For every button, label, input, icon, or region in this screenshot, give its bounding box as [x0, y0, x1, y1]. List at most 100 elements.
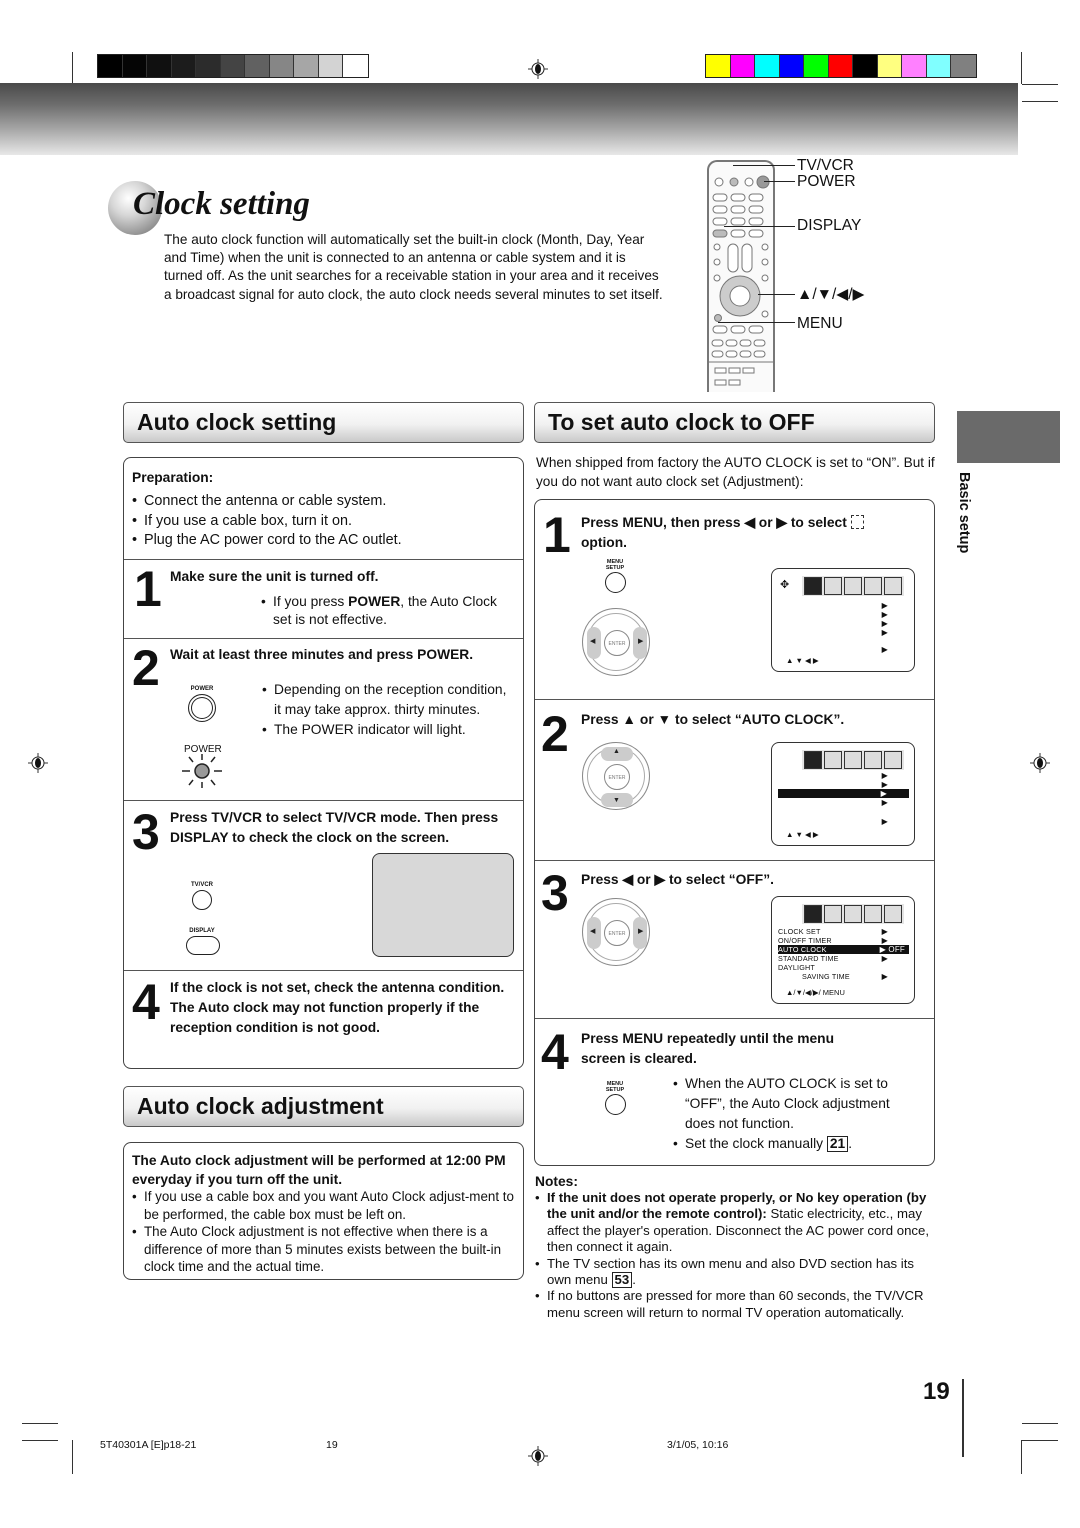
- note-text: .: [848, 1136, 853, 1151]
- section-heading-auto-clock-off: To set auto clock to OFF: [534, 402, 935, 443]
- page-reference-link[interactable]: 53: [611, 1272, 633, 1289]
- leader-line: [764, 181, 795, 182]
- preparation-item: Connect the antenna or cable system.: [132, 492, 517, 512]
- osd-footer: ▲/▼/◀/▶/ MENU: [786, 988, 845, 997]
- clock-option-icon: [850, 515, 864, 529]
- page-number-rule: [962, 1379, 964, 1457]
- osd-row-daylight: DAYLIGHT: [778, 963, 816, 972]
- osd-footer: ▲ ▼ ◀ ▶: [786, 656, 819, 665]
- osd-row-standard-time: STANDARD TIME ▶: [778, 954, 888, 963]
- crop-mark: [72, 52, 73, 84]
- calibration-swatch: [755, 55, 780, 77]
- osd-row-auto-clock: AUTO CLOCK ▶ OFF: [778, 945, 909, 954]
- preparation-list: Connect the antenna or cable system. If …: [132, 492, 517, 551]
- grayscale-calibration-bar: [97, 54, 369, 78]
- step-number: 3: [132, 804, 160, 860]
- step-note: When the AUTO CLOCK is set to “OFF”, the…: [673, 1074, 923, 1134]
- dpad-left-right-icon: ENTER ◀ ▶: [582, 898, 650, 966]
- osd-row-onoff-timer: ON/OFF TIMER ▶: [778, 936, 888, 945]
- osd-menu-screen-step3: CLOCK SET ▶ ON/OFF TIMER ▶ AUTO CLOCK ▶ OFF…: [771, 896, 915, 1004]
- page-reference-link[interactable]: 21: [826, 1136, 849, 1152]
- lock-menu-icon: [864, 577, 882, 595]
- enter-label: ENTER: [604, 764, 630, 790]
- step-number: 3: [541, 865, 569, 921]
- audio-menu-icon: [824, 751, 842, 769]
- osd-menu-screen-step2: ▶ ▶ ▶ ▶ ▶ ▲ ▼ ◀ ▶: [771, 742, 915, 846]
- osd-value-off: OFF: [888, 945, 905, 954]
- preparation-item: Plug the AC power cord to the AC outlet.: [132, 531, 517, 551]
- step-title: Make sure the unit is turned off.: [170, 569, 379, 584]
- step-title: Wait at least three minutes and press PO…: [170, 647, 474, 662]
- auto-clock-setting-box: Preparation: Connect the antenna or cabl…: [123, 457, 524, 1069]
- dpad-left-right-icon: ENTER ◀ ▶: [582, 608, 650, 676]
- note-text: .: [632, 1272, 636, 1288]
- adjustment-bullet: The Auto Clock adjustment is not effecti…: [132, 1223, 522, 1276]
- clock-menu-icon: [804, 751, 822, 769]
- step-title: Press MENU repeatedly until the menu scr…: [581, 1031, 835, 1067]
- menu-icon-bar: [802, 576, 904, 596]
- osd-row-clock-set: CLOCK SET ▶: [778, 927, 888, 936]
- display-button-icon: [186, 936, 220, 955]
- auto-clock-adjustment-box: The Auto clock adjustment will be perfor…: [123, 1142, 524, 1280]
- calibration-swatch: [220, 55, 245, 77]
- menu-icon-bar: [802, 904, 904, 924]
- remote-label-menu: MENU: [797, 315, 843, 332]
- calibration-swatch: [779, 55, 804, 77]
- page-title: Clock setting: [133, 186, 310, 222]
- audio-menu-icon: [824, 577, 842, 595]
- vcr-menu-icon: [884, 905, 902, 923]
- auto-clock-off-box: 1 Press MENU, then press ◀ or ▶ to selec…: [534, 499, 935, 1166]
- step-note: Depending on the reception condition, it…: [262, 680, 512, 720]
- osd-footer: ▲ ▼ ◀ ▶: [786, 830, 819, 839]
- tv-screen-icon: [372, 853, 514, 957]
- remote-control-illustration: [707, 160, 775, 392]
- menu-button-label: MENU SETUP: [605, 559, 625, 571]
- step-note: If you press POWER, the Auto Clock set i…: [261, 593, 511, 630]
- footer-date: 3/1/05, 10:16: [667, 1439, 729, 1451]
- leader-line: [724, 226, 795, 227]
- calibration-swatch: [294, 55, 319, 77]
- note-text: Set the clock manually: [685, 1136, 827, 1151]
- menu-setup-button-icon: [605, 1094, 626, 1115]
- section-side-label: Basic setup: [956, 472, 972, 554]
- step-number: 2: [132, 640, 160, 696]
- calibration-swatch: [804, 55, 829, 77]
- divider: [124, 559, 523, 560]
- navigation-cross-icon: ✥: [780, 579, 790, 591]
- calibration-swatch: [926, 55, 951, 77]
- registration-mark-icon: [28, 753, 48, 773]
- step-number: 4: [132, 974, 160, 1030]
- calibration-swatch: [171, 55, 196, 77]
- calibration-swatch: [122, 55, 147, 77]
- calibration-swatch: [877, 55, 902, 77]
- vcr-menu-icon: [884, 751, 902, 769]
- audio-menu-icon: [824, 905, 842, 923]
- step-note: The POWER indicator will light.: [262, 720, 512, 740]
- calibration-swatch: [343, 55, 368, 77]
- notes-label: Notes:: [535, 1174, 578, 1189]
- tvvcr-button-icon: [192, 890, 212, 910]
- crop-mark: [1022, 101, 1058, 102]
- divider: [535, 860, 934, 861]
- crop-mark: [1022, 84, 1058, 85]
- osd-highlight-row: ▶: [778, 789, 909, 798]
- clock-menu-icon: [804, 577, 822, 595]
- enter-label: ENTER: [604, 630, 630, 656]
- calibration-swatch: [951, 55, 976, 77]
- calibration-swatch: [828, 55, 853, 77]
- note-item: The TV section has its own menu and also…: [535, 1256, 936, 1289]
- calibration-swatch: [245, 55, 270, 77]
- leader-line: [733, 165, 795, 166]
- step-note: Set the clock manually 21.: [673, 1134, 923, 1154]
- step-number: 1: [134, 561, 162, 617]
- crop-mark: [1021, 1440, 1022, 1474]
- header-band: [0, 83, 1018, 155]
- calibration-swatch: [706, 55, 731, 77]
- remote-label-power: POWER: [797, 173, 856, 190]
- clock-menu-icon: [804, 905, 822, 923]
- step-title: Press MENU, then press ◀ or ▶ to select …: [581, 513, 921, 554]
- section-heading-auto-clock-adjustment: Auto clock adjustment: [123, 1086, 524, 1127]
- registration-mark-icon: [528, 59, 548, 79]
- step-title: Press ▲ or ▼ to select “AUTO CLOCK”.: [581, 712, 845, 727]
- crop-mark: [22, 1440, 58, 1441]
